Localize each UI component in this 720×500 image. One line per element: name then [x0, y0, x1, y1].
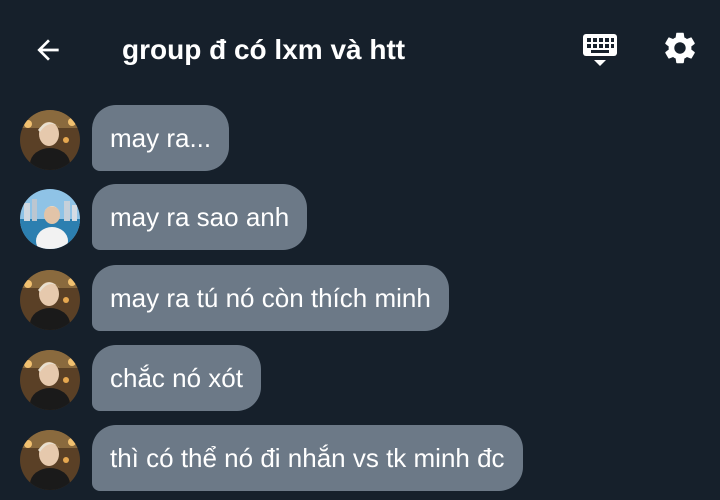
- app-header: group đ có lxm và htt: [0, 0, 720, 96]
- avatar-photo: [20, 110, 80, 170]
- avatar-photo: [20, 189, 80, 249]
- gear-icon: [665, 32, 695, 64]
- message-bubble[interactable]: may ra sao anh: [92, 184, 308, 250]
- avatar[interactable]: [20, 270, 80, 330]
- settings-button[interactable]: [658, 26, 702, 70]
- message-bubble[interactable]: thì có thể nó đi nhắn vs tk minh đc: [92, 425, 523, 491]
- chat-title: group đ có lxm và htt: [122, 34, 406, 65]
- back-button[interactable]: [28, 30, 68, 70]
- message-bubble[interactable]: may ra...: [92, 105, 230, 171]
- message-row: chắc nó xót: [0, 345, 720, 413]
- message-row: may ra sao anh: [0, 184, 720, 252]
- avatar-photo: [20, 430, 80, 490]
- avatar-photo: [20, 270, 80, 330]
- avatar[interactable]: [20, 350, 80, 410]
- arrow-left-icon: [37, 39, 59, 61]
- message-bubble[interactable]: chắc nó xót: [92, 345, 261, 411]
- avatar[interactable]: [20, 189, 80, 249]
- keyboard-button[interactable]: [578, 28, 622, 72]
- avatar[interactable]: [20, 110, 80, 170]
- message-row: may ra...: [0, 105, 720, 173]
- message-row: thì có thể nó đi nhắn vs tk minh đc: [0, 425, 720, 493]
- avatar-photo: [20, 350, 80, 410]
- message-bubble[interactable]: may ra tú nó còn thích minh: [92, 265, 449, 331]
- avatar[interactable]: [20, 430, 80, 490]
- keyboard-icon: [583, 34, 617, 66]
- message-row: may ra tú nó còn thích minh: [0, 265, 720, 333]
- message-list[interactable]: may ra... may ra sao anh may ra tú nó cò…: [0, 96, 720, 500]
